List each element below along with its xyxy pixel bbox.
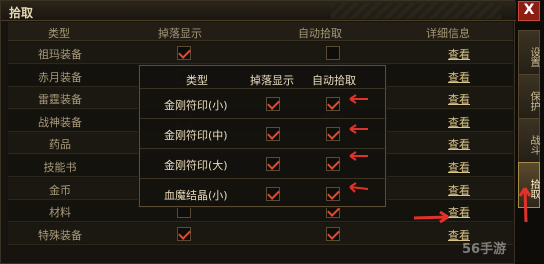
detail-link[interactable]: 查看: [448, 114, 470, 130]
popup-show-checkbox[interactable]: [266, 127, 280, 141]
header-detail: 详细信息: [426, 27, 470, 40]
popup-row-name: 金刚符印(大): [164, 159, 228, 172]
detail-link[interactable]: 查看: [448, 136, 470, 152]
row-name: 特殊装备: [38, 228, 82, 242]
popup-auto-checkbox[interactable]: [326, 97, 340, 111]
detail-link[interactable]: 查看: [448, 46, 470, 62]
watermark: 56手游: [462, 242, 507, 257]
row-name: 金币: [49, 183, 71, 197]
auto-pickup-checkbox[interactable]: [326, 46, 340, 60]
header-show: 掉落显示: [158, 27, 202, 40]
auto-pickup-checkbox[interactable]: [326, 226, 340, 241]
popup-auto-checkbox[interactable]: [326, 127, 340, 141]
popup-row-name: 血魔结晶(小): [164, 189, 228, 202]
row-name: 雷霆装备: [38, 93, 82, 107]
arrow-icon: [349, 151, 368, 161]
header-auto: 自动拾取: [298, 27, 342, 40]
side-tab[interactable]: 设置: [518, 30, 540, 76]
row-name: 战神装备: [38, 115, 82, 129]
popup-row-name: 金刚符印(中): [164, 129, 228, 142]
row-name: 赤月装备: [38, 70, 82, 84]
popup-show-checkbox[interactable]: [266, 157, 280, 171]
arrow-icon: [413, 210, 449, 224]
popup-show-checkbox[interactable]: [266, 97, 280, 111]
side-tab[interactable]: 战斗: [518, 118, 540, 164]
header-type: 类型: [48, 27, 70, 40]
title-bar: 拾取: [1, 1, 516, 21]
arrow-icon: [349, 124, 368, 134]
table-header: 类型 掉落显示 自动拾取 详细信息: [8, 22, 513, 41]
row-name: 祖玛装备: [38, 48, 82, 61]
arrow-icon: [349, 182, 369, 193]
popup-header-auto: 自动拾取: [312, 74, 356, 87]
popup-auto-checkbox[interactable]: [326, 157, 340, 171]
popup-auto-checkbox[interactable]: [326, 187, 340, 201]
show-checkbox[interactable]: [177, 226, 191, 241]
title-ornament: [331, 3, 501, 19]
arrow-icon: [518, 187, 532, 223]
popup-header-show: 掉落显示: [250, 74, 294, 87]
popup-row-name: 金刚符印(小): [164, 99, 228, 112]
arrow-icon: [349, 94, 368, 104]
detail-link[interactable]: 查看: [448, 91, 470, 107]
popup-show-checkbox[interactable]: [266, 187, 280, 201]
table-row: 特殊装备 查看: [8, 222, 513, 245]
row-name: 技能书: [43, 161, 77, 174]
row-name: 药品: [49, 138, 71, 152]
side-tab-bar: 设置 保护 战斗 拾取: [518, 24, 544, 264]
show-checkbox[interactable]: [177, 46, 191, 60]
popup-header-type: 类型: [186, 74, 208, 87]
detail-link[interactable]: 查看: [448, 182, 470, 198]
close-button[interactable]: X: [518, 1, 540, 21]
row-name: 材料: [49, 206, 71, 220]
window-title: 拾取: [9, 6, 34, 20]
popup-header: 类型 掉落显示 自动拾取: [140, 72, 387, 88]
detail-link[interactable]: 查看: [448, 159, 470, 175]
table-row: 祖玛装备 查看: [8, 42, 513, 64]
detail-link[interactable]: 查看: [448, 69, 470, 85]
pickup-window: 拾取 类型 掉落显示 自动拾取 详细信息 祖玛装备 查看 赤月装备 查看 雷霆装备 查看战…: [0, 0, 516, 264]
side-tab[interactable]: 保护: [518, 74, 540, 120]
